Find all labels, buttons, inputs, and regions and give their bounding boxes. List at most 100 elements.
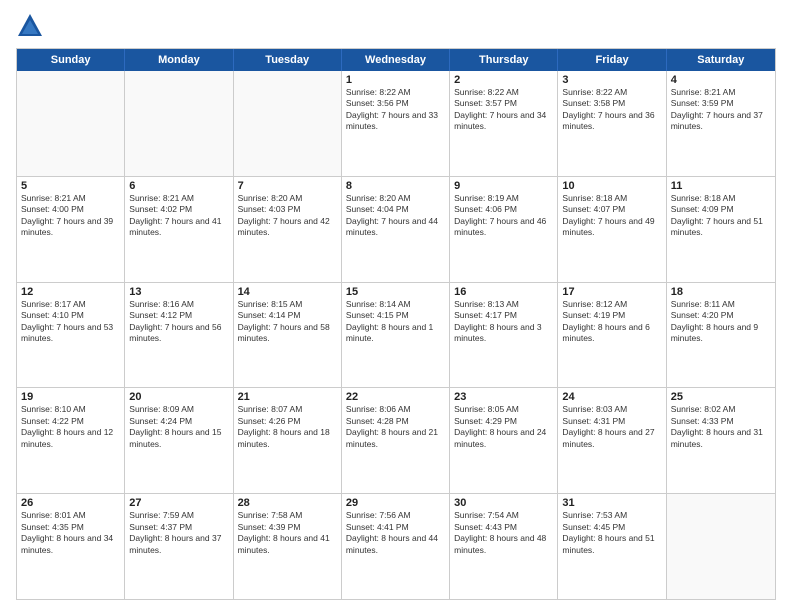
logo xyxy=(16,12,48,40)
cell-info: Sunrise: 8:20 AM Sunset: 4:03 PM Dayligh… xyxy=(238,193,337,239)
cell-info: Sunrise: 7:53 AM Sunset: 4:45 PM Dayligh… xyxy=(562,510,661,556)
day-number: 31 xyxy=(562,497,661,509)
day-number: 23 xyxy=(454,391,553,403)
day-number: 16 xyxy=(454,286,553,298)
day-number: 3 xyxy=(562,74,661,86)
calendar-week-1: 1Sunrise: 8:22 AM Sunset: 3:56 PM Daylig… xyxy=(17,71,775,177)
calendar-day-23: 23Sunrise: 8:05 AM Sunset: 4:29 PM Dayli… xyxy=(450,388,558,493)
header-day-sunday: Sunday xyxy=(17,49,125,71)
calendar-day-27: 27Sunrise: 7:59 AM Sunset: 4:37 PM Dayli… xyxy=(125,494,233,599)
calendar-day-12: 12Sunrise: 8:17 AM Sunset: 4:10 PM Dayli… xyxy=(17,283,125,388)
calendar-empty-cell xyxy=(125,71,233,176)
cell-info: Sunrise: 8:01 AM Sunset: 4:35 PM Dayligh… xyxy=(21,510,120,556)
calendar-day-2: 2Sunrise: 8:22 AM Sunset: 3:57 PM Daylig… xyxy=(450,71,558,176)
day-number: 17 xyxy=(562,286,661,298)
cell-info: Sunrise: 8:05 AM Sunset: 4:29 PM Dayligh… xyxy=(454,404,553,450)
day-number: 28 xyxy=(238,497,337,509)
calendar-day-20: 20Sunrise: 8:09 AM Sunset: 4:24 PM Dayli… xyxy=(125,388,233,493)
calendar-empty-cell xyxy=(234,71,342,176)
day-number: 10 xyxy=(562,180,661,192)
calendar-day-22: 22Sunrise: 8:06 AM Sunset: 4:28 PM Dayli… xyxy=(342,388,450,493)
day-number: 5 xyxy=(21,180,120,192)
calendar-day-19: 19Sunrise: 8:10 AM Sunset: 4:22 PM Dayli… xyxy=(17,388,125,493)
day-number: 7 xyxy=(238,180,337,192)
calendar: SundayMondayTuesdayWednesdayThursdayFrid… xyxy=(16,48,776,600)
calendar-day-28: 28Sunrise: 7:58 AM Sunset: 4:39 PM Dayli… xyxy=(234,494,342,599)
day-number: 1 xyxy=(346,74,445,86)
calendar-day-25: 25Sunrise: 8:02 AM Sunset: 4:33 PM Dayli… xyxy=(667,388,775,493)
calendar-day-17: 17Sunrise: 8:12 AM Sunset: 4:19 PM Dayli… xyxy=(558,283,666,388)
day-number: 8 xyxy=(346,180,445,192)
cell-info: Sunrise: 8:09 AM Sunset: 4:24 PM Dayligh… xyxy=(129,404,228,450)
cell-info: Sunrise: 7:58 AM Sunset: 4:39 PM Dayligh… xyxy=(238,510,337,556)
cell-info: Sunrise: 8:21 AM Sunset: 3:59 PM Dayligh… xyxy=(671,87,771,133)
header-day-wednesday: Wednesday xyxy=(342,49,450,71)
cell-info: Sunrise: 8:10 AM Sunset: 4:22 PM Dayligh… xyxy=(21,404,120,450)
calendar-day-15: 15Sunrise: 8:14 AM Sunset: 4:15 PM Dayli… xyxy=(342,283,450,388)
calendar-day-31: 31Sunrise: 7:53 AM Sunset: 4:45 PM Dayli… xyxy=(558,494,666,599)
calendar-day-26: 26Sunrise: 8:01 AM Sunset: 4:35 PM Dayli… xyxy=(17,494,125,599)
day-number: 24 xyxy=(562,391,661,403)
calendar-day-16: 16Sunrise: 8:13 AM Sunset: 4:17 PM Dayli… xyxy=(450,283,558,388)
cell-info: Sunrise: 8:14 AM Sunset: 4:15 PM Dayligh… xyxy=(346,299,445,345)
calendar-day-5: 5Sunrise: 8:21 AM Sunset: 4:00 PM Daylig… xyxy=(17,177,125,282)
cell-info: Sunrise: 8:12 AM Sunset: 4:19 PM Dayligh… xyxy=(562,299,661,345)
cell-info: Sunrise: 8:21 AM Sunset: 4:02 PM Dayligh… xyxy=(129,193,228,239)
day-number: 18 xyxy=(671,286,771,298)
day-number: 14 xyxy=(238,286,337,298)
cell-info: Sunrise: 8:07 AM Sunset: 4:26 PM Dayligh… xyxy=(238,404,337,450)
calendar-day-4: 4Sunrise: 8:21 AM Sunset: 3:59 PM Daylig… xyxy=(667,71,775,176)
calendar-week-5: 26Sunrise: 8:01 AM Sunset: 4:35 PM Dayli… xyxy=(17,494,775,599)
day-number: 26 xyxy=(21,497,120,509)
calendar-day-14: 14Sunrise: 8:15 AM Sunset: 4:14 PM Dayli… xyxy=(234,283,342,388)
calendar-day-21: 21Sunrise: 8:07 AM Sunset: 4:26 PM Dayli… xyxy=(234,388,342,493)
header-day-saturday: Saturday xyxy=(667,49,775,71)
cell-info: Sunrise: 8:02 AM Sunset: 4:33 PM Dayligh… xyxy=(671,404,771,450)
cell-info: Sunrise: 7:54 AM Sunset: 4:43 PM Dayligh… xyxy=(454,510,553,556)
cell-info: Sunrise: 8:20 AM Sunset: 4:04 PM Dayligh… xyxy=(346,193,445,239)
calendar-day-3: 3Sunrise: 8:22 AM Sunset: 3:58 PM Daylig… xyxy=(558,71,666,176)
calendar-week-2: 5Sunrise: 8:21 AM Sunset: 4:00 PM Daylig… xyxy=(17,177,775,283)
calendar-week-3: 12Sunrise: 8:17 AM Sunset: 4:10 PM Dayli… xyxy=(17,283,775,389)
header-day-tuesday: Tuesday xyxy=(234,49,342,71)
calendar-day-1: 1Sunrise: 8:22 AM Sunset: 3:56 PM Daylig… xyxy=(342,71,450,176)
calendar-day-24: 24Sunrise: 8:03 AM Sunset: 4:31 PM Dayli… xyxy=(558,388,666,493)
calendar-day-30: 30Sunrise: 7:54 AM Sunset: 4:43 PM Dayli… xyxy=(450,494,558,599)
header-day-friday: Friday xyxy=(558,49,666,71)
day-number: 27 xyxy=(129,497,228,509)
day-number: 13 xyxy=(129,286,228,298)
cell-info: Sunrise: 8:16 AM Sunset: 4:12 PM Dayligh… xyxy=(129,299,228,345)
cell-info: Sunrise: 8:21 AM Sunset: 4:00 PM Dayligh… xyxy=(21,193,120,239)
calendar-body: 1Sunrise: 8:22 AM Sunset: 3:56 PM Daylig… xyxy=(17,71,775,599)
cell-info: Sunrise: 7:59 AM Sunset: 4:37 PM Dayligh… xyxy=(129,510,228,556)
day-number: 20 xyxy=(129,391,228,403)
day-number: 25 xyxy=(671,391,771,403)
header-day-monday: Monday xyxy=(125,49,233,71)
day-number: 9 xyxy=(454,180,553,192)
cell-info: Sunrise: 7:56 AM Sunset: 4:41 PM Dayligh… xyxy=(346,510,445,556)
calendar-week-4: 19Sunrise: 8:10 AM Sunset: 4:22 PM Dayli… xyxy=(17,388,775,494)
day-number: 2 xyxy=(454,74,553,86)
cell-info: Sunrise: 8:22 AM Sunset: 3:58 PM Dayligh… xyxy=(562,87,661,133)
cell-info: Sunrise: 8:22 AM Sunset: 3:57 PM Dayligh… xyxy=(454,87,553,133)
day-number: 21 xyxy=(238,391,337,403)
cell-info: Sunrise: 8:18 AM Sunset: 4:07 PM Dayligh… xyxy=(562,193,661,239)
calendar-day-18: 18Sunrise: 8:11 AM Sunset: 4:20 PM Dayli… xyxy=(667,283,775,388)
calendar-day-11: 11Sunrise: 8:18 AM Sunset: 4:09 PM Dayli… xyxy=(667,177,775,282)
cell-info: Sunrise: 8:11 AM Sunset: 4:20 PM Dayligh… xyxy=(671,299,771,345)
calendar-header: SundayMondayTuesdayWednesdayThursdayFrid… xyxy=(17,49,775,71)
calendar-empty-cell xyxy=(667,494,775,599)
calendar-day-6: 6Sunrise: 8:21 AM Sunset: 4:02 PM Daylig… xyxy=(125,177,233,282)
day-number: 19 xyxy=(21,391,120,403)
page-header xyxy=(16,12,776,40)
cell-info: Sunrise: 8:06 AM Sunset: 4:28 PM Dayligh… xyxy=(346,404,445,450)
cell-info: Sunrise: 8:13 AM Sunset: 4:17 PM Dayligh… xyxy=(454,299,553,345)
cell-info: Sunrise: 8:19 AM Sunset: 4:06 PM Dayligh… xyxy=(454,193,553,239)
cell-info: Sunrise: 8:18 AM Sunset: 4:09 PM Dayligh… xyxy=(671,193,771,239)
day-number: 22 xyxy=(346,391,445,403)
day-number: 4 xyxy=(671,74,771,86)
day-number: 30 xyxy=(454,497,553,509)
day-number: 29 xyxy=(346,497,445,509)
calendar-day-9: 9Sunrise: 8:19 AM Sunset: 4:06 PM Daylig… xyxy=(450,177,558,282)
cell-info: Sunrise: 8:15 AM Sunset: 4:14 PM Dayligh… xyxy=(238,299,337,345)
